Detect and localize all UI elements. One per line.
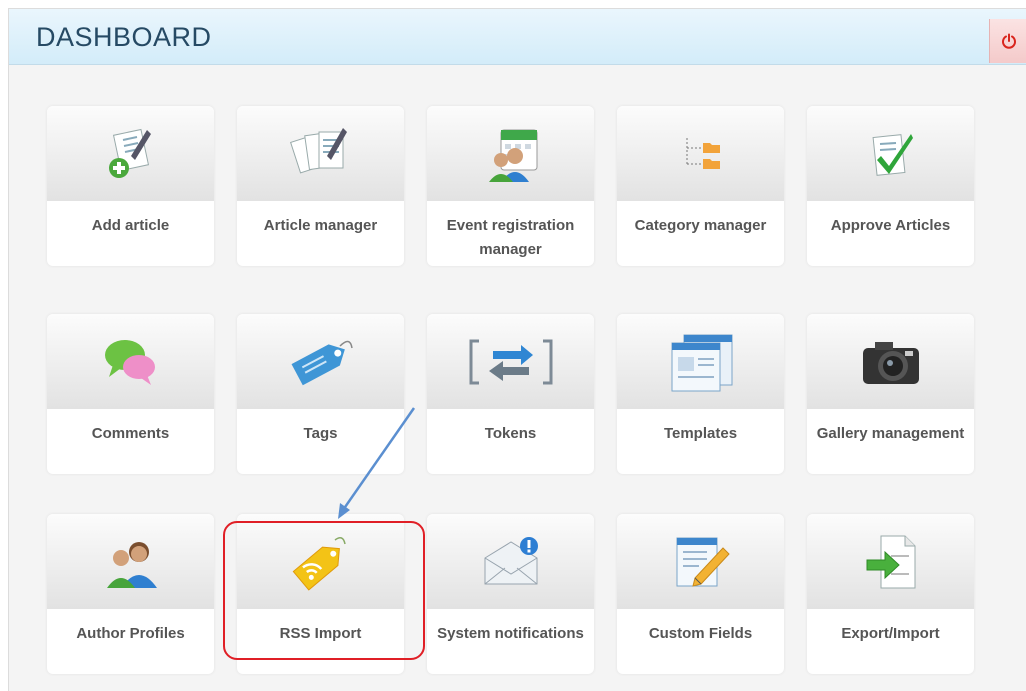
tile-label: Approve Articles [830, 217, 951, 234]
tile-templates[interactable]: Templates [617, 314, 784, 474]
tile-label: Article manager [263, 217, 378, 234]
tile-label: System notifications [437, 625, 584, 642]
tile-label: Custom Fields [648, 625, 753, 642]
tile-label: Tokens [484, 425, 537, 442]
tile-event-registration-manager[interactable]: Event registration manager [427, 106, 594, 266]
tile-tokens[interactable]: Tokens [427, 314, 594, 474]
tile-system-notifications[interactable]: System notifications [427, 514, 594, 674]
page-title: DASHBOARD [36, 22, 212, 52]
event-registration-icon [479, 124, 543, 184]
tile-tags[interactable]: Tags [237, 314, 404, 474]
templates-icon [666, 331, 736, 393]
author-profiles-icon [101, 534, 161, 590]
tile-gallery-management[interactable]: Gallery management [807, 314, 974, 474]
article-manager-icon [289, 126, 353, 182]
tile-label: Export/Import [841, 625, 940, 642]
tile-label: Gallery management [816, 425, 965, 442]
tile-label: Author Profiles [76, 625, 185, 642]
tokens-icon [463, 337, 559, 387]
tile-rss-import[interactable]: RSS Import [237, 514, 404, 674]
dashboard-header: DASHBOARD [9, 9, 1026, 65]
add-article-icon [103, 126, 159, 182]
power-icon [1001, 33, 1017, 49]
custom-fields-icon [671, 532, 731, 592]
tag-icon [286, 332, 356, 392]
comments-icon [101, 335, 161, 389]
tile-add-article[interactable]: Add article [47, 106, 214, 266]
tile-author-profiles[interactable]: Author Profiles [47, 514, 214, 674]
tile-comments[interactable]: Comments [47, 314, 214, 474]
tile-label: Comments [91, 425, 170, 442]
export-import-icon [861, 532, 921, 592]
camera-icon [859, 336, 923, 388]
tile-approve-articles[interactable]: Approve Articles [807, 106, 974, 266]
tile-label: Category manager [634, 217, 767, 234]
envelope-alert-icon [479, 534, 543, 590]
tile-label: RSS Import [279, 625, 362, 642]
rss-tag-icon [289, 532, 353, 592]
tile-export-import[interactable]: Export/Import [807, 514, 974, 674]
tile-custom-fields[interactable]: Custom Fields [617, 514, 784, 674]
approve-check-icon [863, 126, 919, 182]
tile-label: Tags [303, 425, 338, 442]
logout-button[interactable] [989, 19, 1026, 63]
tile-label: Templates [663, 425, 738, 442]
tile-article-manager[interactable]: Article manager [237, 106, 404, 266]
tile-label: Add article [91, 217, 170, 234]
category-tree-icon [677, 130, 725, 178]
tile-label: Event registration manager [446, 217, 575, 258]
tile-category-manager[interactable]: Category manager [617, 106, 784, 266]
